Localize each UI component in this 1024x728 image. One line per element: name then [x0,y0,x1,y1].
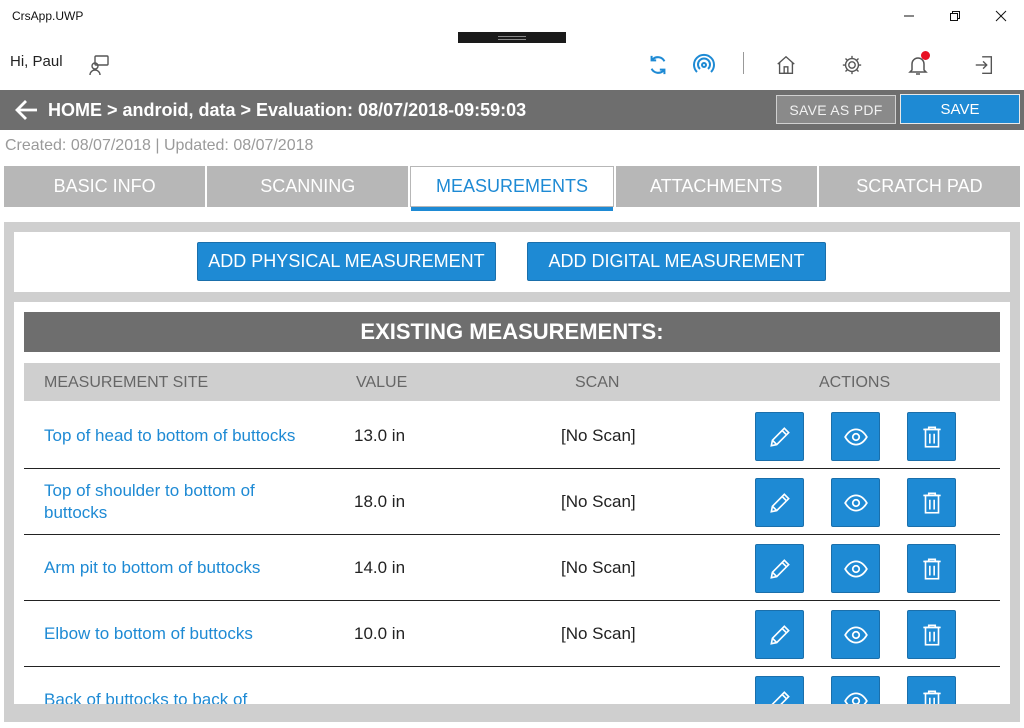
trash-icon [922,557,941,580]
tab-attachments[interactable]: ATTACHMENTS [615,166,817,207]
close-icon [995,10,1007,22]
tab-scratch-pad[interactable]: SCRATCH PAD [818,166,1021,207]
table-row: Top of shoulder to bottom of buttocks 18.… [24,469,1000,535]
column-header-actions: ACTIONS [819,374,891,391]
measurement-site-link[interactable]: Top of head to bottom of buttocks [44,403,304,469]
notification-dot [921,51,930,60]
measurement-scan: [No Scan] [561,426,636,445]
view-button[interactable] [831,478,880,527]
delete-button[interactable] [907,412,956,461]
view-button[interactable] [831,610,880,659]
view-button[interactable] [831,412,880,461]
measurement-value: 13.0 in [354,426,406,445]
close-button[interactable] [978,0,1024,32]
restore-icon [950,11,960,21]
eye-icon [843,626,868,643]
gear-icon [842,55,862,75]
feedback-button[interactable] [84,50,114,80]
eye-icon [843,494,868,511]
view-button[interactable] [831,676,880,704]
add-measurement-card: ADD PHYSICAL MEASUREMENT ADD DIGITAL MEA… [14,232,1010,292]
back-button[interactable] [14,98,40,122]
trash-icon [922,623,941,646]
trash-icon [922,491,941,514]
eye-icon [843,428,868,445]
notifications-button[interactable] [903,50,933,80]
column-header-scan: SCAN [575,374,620,391]
pencil-icon [769,426,790,447]
table-row: Top of head to bottom of buttocks 13.0 in… [24,403,1000,469]
tab-bar: BASIC INFO SCANNING MEASUREMENTS ATTACHM… [4,166,1021,211]
home-button[interactable] [771,50,801,80]
edit-button[interactable] [755,544,804,593]
add-physical-measurement-button[interactable]: ADD PHYSICAL MEASUREMENT [197,242,496,281]
measurement-scan: [No Scan] [561,558,636,577]
measurement-value: 10.0 in [354,624,406,643]
sync-button[interactable] [643,50,673,80]
created-updated-info: Created: 08/07/2018 | Updated: 08/07/201… [5,137,314,154]
pencil-icon [771,690,790,704]
measurement-scan: [No Scan] [561,492,636,511]
column-header-site: MEASUREMENT SITE [44,374,209,391]
measurement-site-link[interactable]: Arm pit to bottom of buttocks [44,535,304,601]
restore-button[interactable] [932,0,978,32]
pencil-icon [769,624,790,645]
app-header: Hi, Paul [0,44,1024,90]
measurement-site-link[interactable]: Back of buttocks to back of [44,667,304,704]
existing-measurements-title: EXISTING MEASUREMENTS: [24,312,1000,352]
view-button[interactable] [831,544,880,593]
delete-button[interactable] [907,676,956,704]
measurement-scan: [No Scan] [561,624,636,643]
minimize-icon [904,15,914,17]
measurement-site-link[interactable]: Top of shoulder to bottom of buttocks [44,469,304,535]
user-greeting: Hi, Paul [10,53,63,70]
minimize-button[interactable] [886,0,932,32]
eye-icon [843,560,868,577]
trash-icon [922,689,941,704]
measurement-site-link[interactable]: Elbow to bottom of buttocks [44,601,304,667]
table-header: MEASUREMENT SITE VALUE SCAN ACTIONS [24,363,1000,401]
pencil-icon [769,492,790,513]
sign-out-icon [975,56,993,74]
home-icon [777,55,795,74]
table-row: Elbow to bottom of buttocks 10.0 in [No Sc… [24,601,1000,667]
trash-icon [922,425,941,448]
edit-button[interactable] [755,676,804,704]
table-row: Back of buttocks to back of [24,667,1000,704]
existing-measurements-card[interactable]: EXISTING MEASUREMENTS: MEASUREMENT SITE … [14,302,1010,704]
delete-button[interactable] [907,610,956,659]
column-header-value: VALUE [356,374,408,391]
edit-button[interactable] [755,610,804,659]
feedback-icon [89,55,109,76]
delete-button[interactable] [907,478,956,527]
measurement-value: 18.0 in [354,492,406,511]
edit-button[interactable] [755,478,804,527]
breadcrumb: HOME > android, data > Evaluation: 08/07… [48,100,527,120]
header-divider [743,52,744,74]
drag-handle[interactable] [458,32,566,43]
window-titlebar: CrsApp.UWP [0,0,1024,32]
app-title: CrsApp.UWP [12,9,84,23]
tab-measurements[interactable]: MEASUREMENTS [410,166,614,211]
arrow-left-icon [15,100,37,120]
table-row: Arm pit to bottom of buttocks 14.0 in [No … [24,535,1000,601]
save-button[interactable]: SAVE [900,94,1020,124]
edit-button[interactable] [755,412,804,461]
delete-button[interactable] [907,544,956,593]
eye-icon [843,692,868,704]
broadcast-button[interactable] [689,50,719,80]
pencil-icon [769,558,790,579]
save-as-pdf-button[interactable]: SAVE AS PDF [776,95,896,124]
measurement-value: 14.0 in [354,558,406,577]
settings-button[interactable] [837,50,867,80]
sign-out-button[interactable] [969,50,999,80]
broadcast-icon [693,53,715,73]
tab-scanning[interactable]: SCANNING [207,166,409,207]
tab-basic-info[interactable]: BASIC INFO [4,166,206,207]
add-digital-measurement-button[interactable]: ADD DIGITAL MEASUREMENT [527,242,826,281]
measurements-panel: ADD PHYSICAL MEASUREMENT ADD DIGITAL MEA… [4,222,1020,722]
sync-icon [650,55,666,75]
